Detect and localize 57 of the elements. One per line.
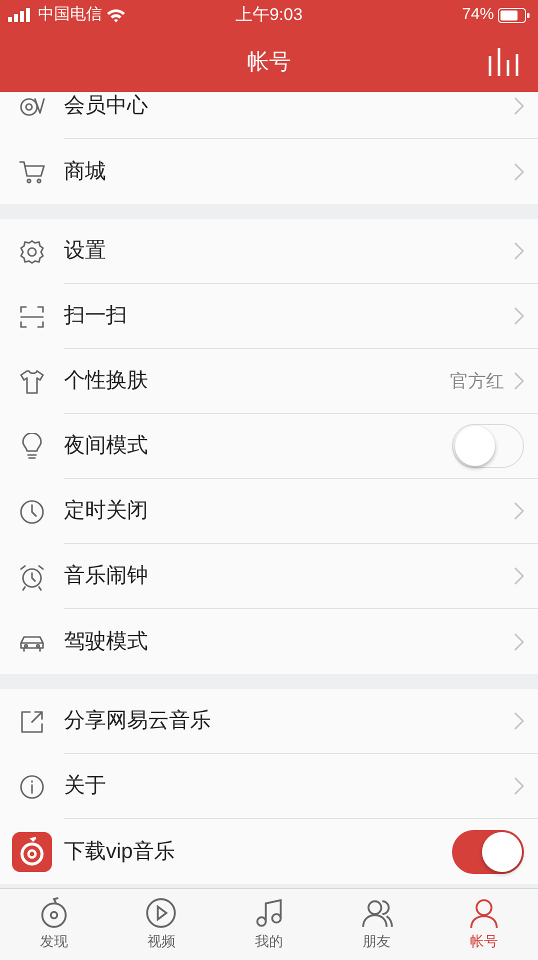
menu-label: 分享网易云音乐 (64, 708, 212, 734)
app-logo-icon (12, 832, 52, 872)
menu-label: 音乐闹钟 (64, 563, 149, 590)
page-title: 帐号 (247, 48, 291, 76)
chevron-right-icon (514, 97, 524, 115)
chevron-right-icon (514, 502, 524, 520)
chevron-right-icon (514, 307, 524, 325)
menu-item[interactable]: 个性换肤 官方红 (0, 349, 538, 414)
menu-item[interactable]: 分享网易云音乐 (0, 689, 538, 754)
menu-item[interactable]: 扫一扫 (0, 284, 538, 349)
clock-time: 上午9:03 (235, 4, 303, 26)
play-icon (145, 897, 178, 929)
menu-item[interactable]: 驾驶模式 (0, 609, 538, 674)
alarm-clock-icon (18, 562, 46, 590)
menu-label: 关于 (64, 773, 107, 800)
tab[interactable]: 朋友 (322, 889, 430, 960)
battery-percent: 74% (462, 5, 494, 25)
toggle-switch[interactable] (452, 424, 524, 468)
chevron-right-icon (514, 372, 524, 390)
current-value: 官方红 (450, 370, 504, 392)
tab[interactable]: 帐号 (430, 889, 538, 960)
menu-item[interactable]: 夜间模式 (0, 414, 538, 479)
chevron-right-icon (514, 712, 524, 730)
menu-label: 个性换肤 (64, 368, 149, 394)
menu-item[interactable]: 关于 (0, 754, 538, 819)
settings-icon (18, 238, 46, 266)
chevron-right-icon (514, 777, 524, 795)
menu-label: 会员中心 (64, 93, 149, 120)
info-icon (18, 772, 46, 800)
menu-label: 设置 (64, 238, 107, 264)
menu-label: 夜间模式 (64, 433, 149, 460)
menu-label: 商城 (64, 158, 107, 185)
wifi-icon (106, 8, 126, 22)
menu-label: 扫一扫 (64, 303, 128, 330)
menu-label: 下载vip音乐 (64, 838, 176, 865)
chevron-right-icon (514, 242, 524, 260)
menu-item[interactable]: 商城 (0, 139, 538, 204)
menu-item[interactable]: 会员中心 (0, 92, 538, 139)
tab[interactable]: 发现 (0, 889, 108, 960)
menu-item[interactable]: 定时关闭 (0, 479, 538, 544)
tshirt-icon (18, 368, 46, 396)
tab[interactable]: 视频 (108, 889, 216, 960)
battery-icon (498, 8, 530, 22)
menu-item[interactable]: 设置 (0, 219, 538, 284)
chevron-right-icon (514, 632, 524, 650)
person-icon (468, 897, 500, 929)
carrier-name: 中国电信 (38, 4, 102, 25)
menu-label: 驾驶模式 (64, 628, 149, 655)
menu-item[interactable]: 下载vip音乐 (0, 819, 538, 884)
toggle-switch[interactable] (452, 830, 524, 874)
equalizer-icon[interactable] (488, 46, 520, 76)
tab[interactable]: 我的 (215, 889, 323, 960)
menu-label: 定时关闭 (64, 498, 149, 524)
chevron-right-icon (514, 567, 524, 585)
menu-item[interactable]: 音乐闹钟 (0, 544, 538, 609)
chevron-right-icon (514, 162, 524, 180)
clock-icon (18, 498, 46, 526)
